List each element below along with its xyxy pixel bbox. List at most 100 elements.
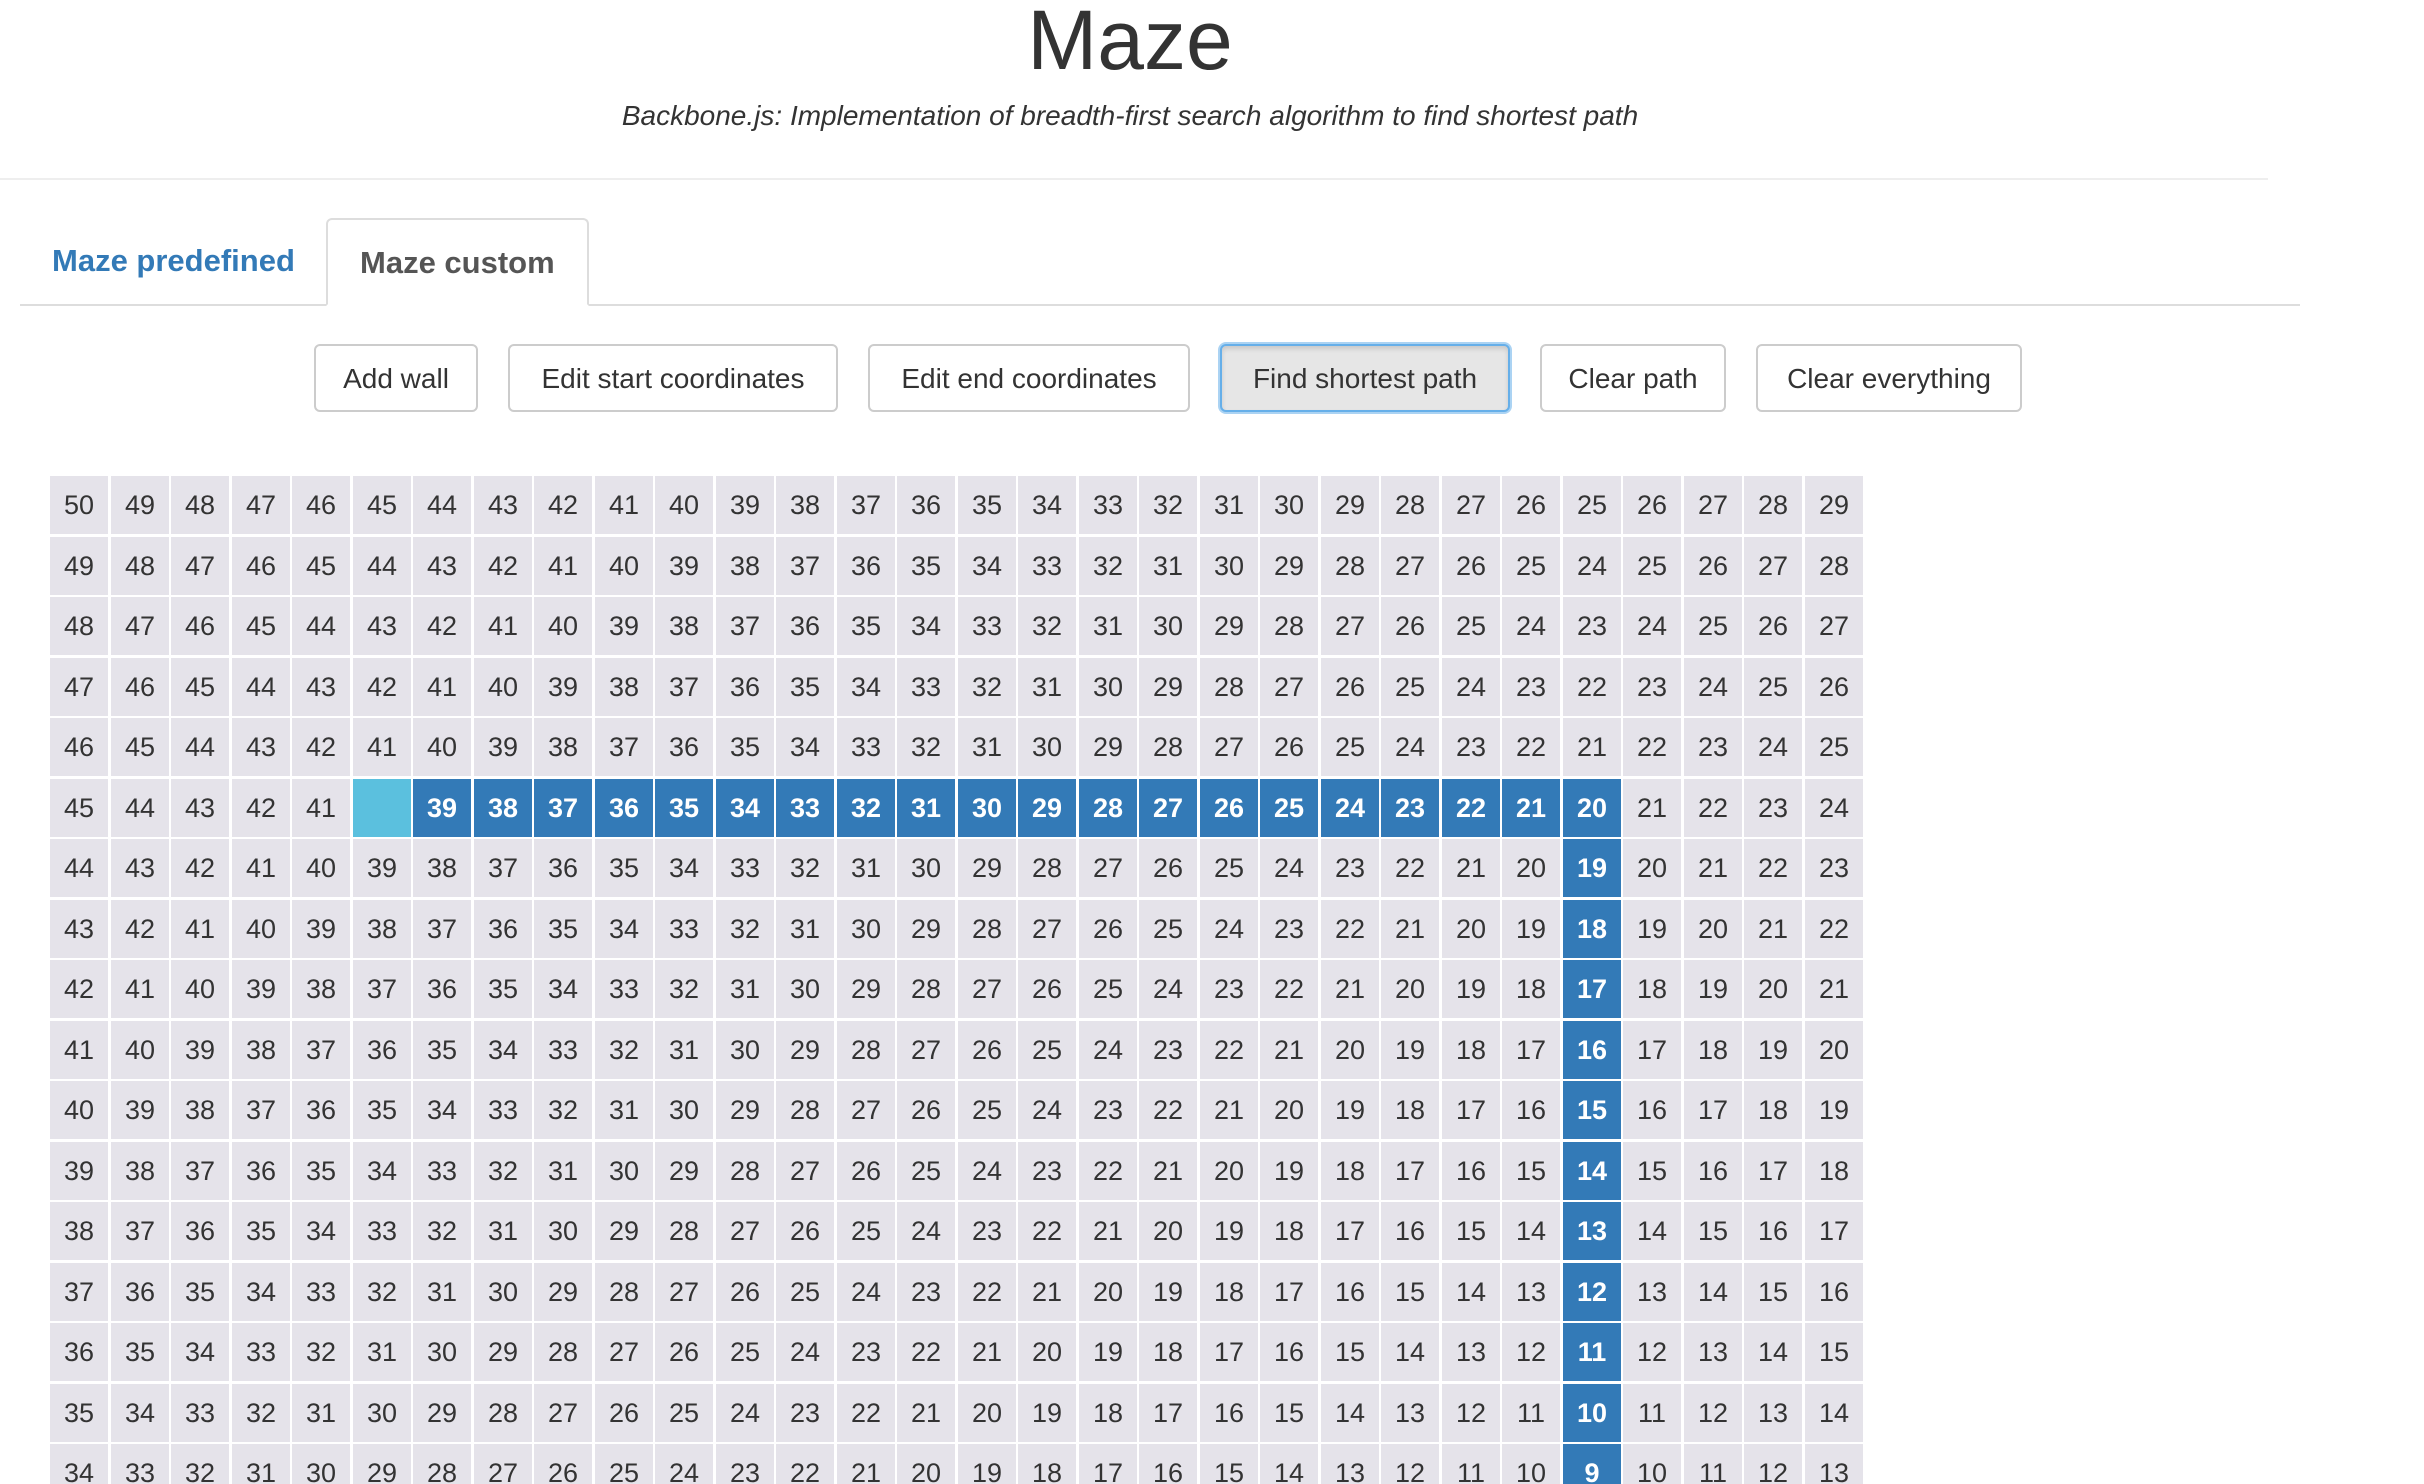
maze-cell[interactable]: 31 [1200,476,1258,534]
maze-cell[interactable]: 14 [1442,1263,1500,1321]
maze-cell[interactable]: 25 [1321,718,1379,776]
maze-cell[interactable]: 18 [1260,1202,1318,1260]
maze-cell[interactable]: 22 [1744,839,1802,897]
maze-cell[interactable]: 15 [1684,1202,1742,1260]
maze-cell[interactable]: 27 [534,1384,592,1442]
maze-cell[interactable]: 35 [837,597,895,655]
maze-cell[interactable]: 31 [534,1142,592,1200]
maze-cell[interactable]: 16 [1260,1323,1318,1381]
maze-cell[interactable]: 20 [1744,960,1802,1018]
maze-cell[interactable]: 23 [1744,779,1802,837]
maze-cell[interactable]: 17 [1200,1323,1258,1381]
maze-cell[interactable]: 27 [1321,597,1379,655]
maze-cell[interactable]: 38 [353,900,411,958]
maze-cell[interactable]: 32 [1139,476,1197,534]
maze-cell[interactable]: 29 [776,1021,834,1079]
maze-cell[interactable]: 20 [1381,960,1439,1018]
maze-cell[interactable]: 37 [474,839,532,897]
maze-cell[interactable]: 36 [534,839,592,897]
maze-cell[interactable]: 23 [1079,1081,1137,1139]
maze-cell[interactable]: 39 [50,1142,108,1200]
maze-cell[interactable]: 33 [292,1263,350,1321]
maze-cell[interactable]: 20 [1805,1021,1863,1079]
maze-cell[interactable]: 41 [353,718,411,776]
maze-cell[interactable]: 32 [655,960,713,1018]
maze-cell[interactable]: 37 [50,1263,108,1321]
maze-cell[interactable]: 10 [1623,1444,1681,1484]
maze-cell[interactable]: 45 [171,658,229,716]
maze-cell[interactable]: 28 [1321,537,1379,595]
maze-cell[interactable]: 19 [1442,960,1500,1018]
maze-path-cell[interactable]: 34 [716,779,774,837]
maze-cell[interactable]: 31 [1079,597,1137,655]
maze-path-cell[interactable]: 38 [474,779,532,837]
maze-cell[interactable]: 41 [171,900,229,958]
maze-cell[interactable]: 22 [776,1444,834,1484]
maze-cell[interactable]: 35 [776,658,834,716]
maze-cell[interactable]: 46 [111,658,169,716]
maze-cell[interactable]: 26 [897,1081,955,1139]
maze-cell[interactable]: 40 [474,658,532,716]
maze-cell[interactable]: 20 [1623,839,1681,897]
maze-cell[interactable]: 39 [534,658,592,716]
maze-path-cell[interactable]: 20 [1563,779,1621,837]
maze-path-cell[interactable]: 29 [1018,779,1076,837]
maze-cell[interactable]: 26 [534,1444,592,1484]
maze-cell[interactable]: 20 [1684,900,1742,958]
maze-cell[interactable]: 28 [655,1202,713,1260]
maze-cell[interactable]: 29 [534,1263,592,1321]
maze-cell[interactable]: 26 [1139,839,1197,897]
maze-cell[interactable]: 39 [595,597,653,655]
maze-cell[interactable]: 19 [1684,960,1742,1018]
maze-cell[interactable]: 27 [897,1021,955,1079]
maze-cell[interactable]: 24 [1623,597,1681,655]
maze-cell[interactable]: 11 [1623,1384,1681,1442]
maze-cell[interactable]: 43 [171,779,229,837]
maze-cell[interactable]: 46 [171,597,229,655]
maze-path-cell[interactable]: 21 [1502,779,1560,837]
maze-cell[interactable]: 21 [1805,960,1863,1018]
maze-cell[interactable]: 45 [232,597,290,655]
maze-cell[interactable]: 30 [1018,718,1076,776]
maze-cell[interactable]: 29 [1321,476,1379,534]
maze-cell[interactable]: 49 [50,537,108,595]
maze-cell[interactable]: 35 [111,1323,169,1381]
maze-cell[interactable]: 29 [1079,718,1137,776]
maze-cell[interactable]: 30 [776,960,834,1018]
maze-cell[interactable]: 17 [1139,1384,1197,1442]
maze-cell[interactable]: 24 [1079,1021,1137,1079]
maze-cell[interactable]: 26 [595,1384,653,1442]
maze-cell[interactable]: 21 [1563,718,1621,776]
maze-cell[interactable]: 15 [1442,1202,1500,1260]
maze-cell[interactable]: 27 [1018,900,1076,958]
maze-cell[interactable]: 29 [474,1323,532,1381]
maze-cell[interactable]: 37 [111,1202,169,1260]
maze-cell[interactable]: 33 [1018,537,1076,595]
maze-cell[interactable]: 33 [897,658,955,716]
maze-cell[interactable]: 30 [837,900,895,958]
maze-path-cell[interactable]: 9 [1563,1444,1621,1484]
maze-cell[interactable]: 21 [1744,900,1802,958]
maze-cell[interactable]: 33 [1079,476,1137,534]
maze-cell[interactable]: 12 [1442,1384,1500,1442]
maze-cell[interactable]: 38 [413,839,471,897]
maze-cell[interactable]: 25 [897,1142,955,1200]
maze-cell[interactable]: 28 [897,960,955,1018]
maze-cell[interactable]: 35 [292,1142,350,1200]
maze-cell[interactable]: 38 [595,658,653,716]
maze-cell[interactable]: 33 [232,1323,290,1381]
maze-cell[interactable]: 36 [837,537,895,595]
maze-cell[interactable]: 13 [1442,1323,1500,1381]
maze-cell[interactable]: 35 [716,718,774,776]
maze-cell[interactable]: 45 [353,476,411,534]
maze-cell[interactable]: 26 [1744,597,1802,655]
maze-cell[interactable]: 18 [1623,960,1681,1018]
maze-cell[interactable]: 23 [716,1444,774,1484]
maze-path-cell[interactable]: 16 [1563,1021,1621,1079]
maze-cell[interactable]: 36 [353,1021,411,1079]
maze-cell[interactable]: 22 [1260,960,1318,1018]
maze-cell[interactable]: 38 [292,960,350,1018]
maze-cell[interactable]: 40 [50,1081,108,1139]
maze-cell[interactable]: 10 [1502,1444,1560,1484]
maze-cell[interactable]: 23 [1563,597,1621,655]
